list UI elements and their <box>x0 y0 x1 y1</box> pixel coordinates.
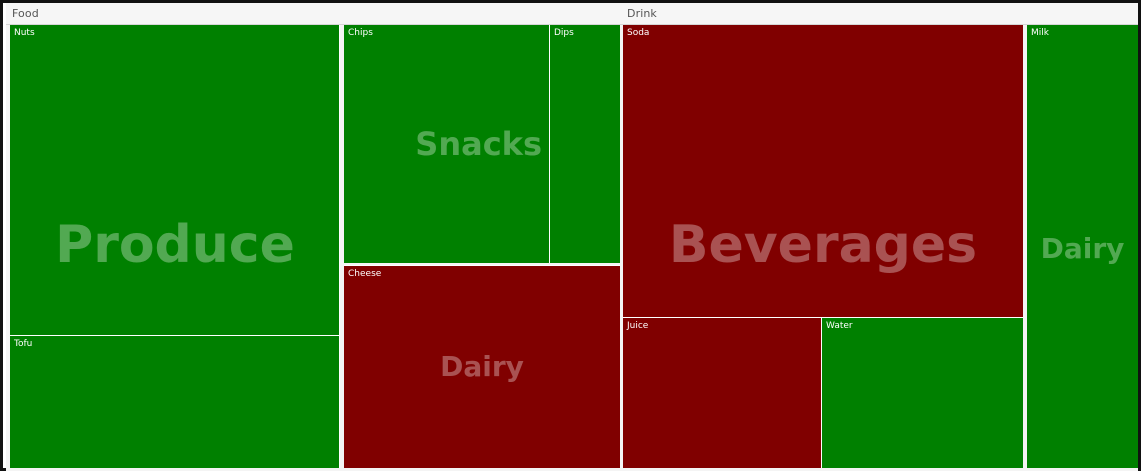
cell-tofu[interactable]: Tofu <box>10 335 340 468</box>
cell-label-tofu: Tofu <box>14 339 33 349</box>
cell-label-nuts: Nuts <box>14 28 35 38</box>
cell-nuts[interactable]: Nuts <box>10 25 340 335</box>
cell-water[interactable]: Water <box>822 317 1023 468</box>
treemap-chart: Food Nuts Tofu Produce Chips Dips Snacks… <box>0 0 1141 471</box>
cell-soda[interactable]: Soda <box>623 25 1023 317</box>
cell-label-dips: Dips <box>554 28 574 38</box>
cell-label-milk: Milk <box>1031 28 1049 38</box>
group-header-food: Food <box>6 3 621 25</box>
cell-juice[interactable]: Juice <box>623 317 822 468</box>
group-drink[interactable]: Drink Soda Juice Water Beverages Milk Da… <box>621 3 1138 471</box>
cell-label-soda: Soda <box>627 28 650 38</box>
cell-label-water: Water <box>826 321 853 331</box>
cell-label-juice: Juice <box>627 321 649 331</box>
cell-dips[interactable]: Dips <box>549 25 620 263</box>
group-title-food: Food <box>12 7 39 20</box>
group-food[interactable]: Food Nuts Tofu Produce Chips Dips Snacks… <box>6 3 621 471</box>
group-title-drink: Drink <box>627 7 657 20</box>
group-header-drink: Drink <box>621 3 1138 25</box>
cell-label-cheese: Cheese <box>348 269 382 279</box>
cell-milk[interactable]: Milk <box>1027 25 1138 468</box>
cell-chips[interactable]: Chips <box>344 25 549 263</box>
cell-cheese[interactable]: Cheese <box>344 265 620 468</box>
cell-label-chips: Chips <box>348 28 373 38</box>
